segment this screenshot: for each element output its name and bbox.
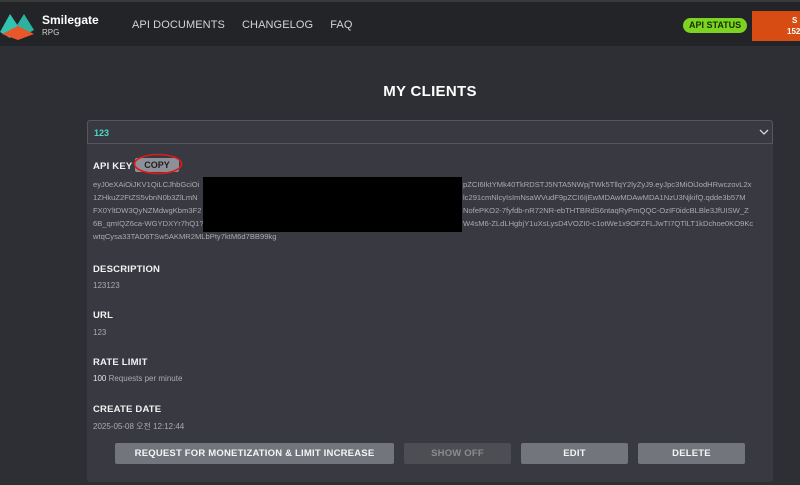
account-button[interactable]: S 152 [752, 11, 800, 41]
nav-faq[interactable]: FAQ [330, 19, 352, 31]
rate-limit-value: 100 Requests per minute [93, 374, 182, 383]
url-value: 123 [93, 328, 107, 337]
brand[interactable]: Smilegate RPG [42, 14, 99, 37]
page-title: MY CLIENTS [383, 83, 477, 100]
redaction-box [203, 177, 462, 232]
rate-limit-unit: Requests per minute [106, 374, 183, 383]
show-off-button[interactable]: SHOW OFF [404, 443, 511, 464]
client-card: 123 API KEY COPY eyJ0eXAiOiJKV1QiLCJhbGc… [87, 120, 773, 482]
description-value: 123123 [93, 281, 120, 290]
chevron-down-icon[interactable] [759, 128, 769, 136]
brand-subtitle: RPG [42, 28, 60, 37]
api-key-line-left: FX0YltDW3QyNZMdwgKbm3F2 [93, 206, 202, 215]
top-navigation-bar: Smilegate RPG API DOCUMENTS CHANGELOG FA… [0, 0, 800, 46]
api-key-line-left: eyJ0eXAiOiJKV1QiLCJhbGciOi [93, 180, 200, 189]
api-key-line-right: lc291cmNlcyIsImNsaWVudF9pZCI6IjEwMDAwMDA… [463, 193, 746, 202]
api-key-line-right: W4sM6-ZLdLHgbjY1uXsLysD4VOZI0-c1otWe1x9O… [463, 219, 754, 228]
brand-name: Smilegate [42, 13, 99, 27]
red-annotation-circle [133, 153, 183, 175]
main-nav: API DOCUMENTS CHANGELOG FAQ [132, 19, 370, 31]
account-button-line1: S [792, 16, 798, 25]
description-label: DESCRIPTION [93, 264, 161, 275]
delete-button[interactable]: DELETE [638, 443, 745, 464]
api-key-line-right: pZCI6IktYMk40TkRDSTJ5NTA5NWpjTWk5TllqY2l… [463, 180, 752, 189]
client-card-header[interactable]: 123 [87, 120, 773, 144]
create-date-label: CREATE DATE [93, 404, 162, 415]
edit-button[interactable]: EDIT [521, 443, 628, 464]
smilegate-logo-icon[interactable] [0, 12, 36, 40]
api-status-button[interactable]: API STATUS [683, 18, 748, 33]
api-key-line-left: 1ZHkuZ2FtZS5vbnN0b3ZlLmN [93, 193, 198, 202]
request-monetization-button[interactable]: REQUEST FOR MONETIZATION & LIMIT INCREAS… [115, 443, 394, 464]
nav-changelog[interactable]: CHANGELOG [242, 19, 313, 31]
api-key-line-left: wtqCysa33TAD6TSw5AKMR2MLbPty7ktM6d7BB99k… [93, 232, 277, 241]
api-key-line-left: 6B_qmIQZ6ca-WGYDXYr7hQ1? [93, 219, 204, 228]
account-button-line2: 152 [787, 27, 800, 36]
url-label: URL [93, 310, 114, 321]
nav-api-documents[interactable]: API DOCUMENTS [132, 19, 225, 31]
api-key-label: API KEY [93, 161, 133, 172]
client-name: 123 [94, 128, 110, 138]
rate-limit-label: RATE LIMIT [93, 357, 148, 368]
create-date-value: 2025-05-08 오전 12:12:44 [93, 422, 185, 431]
rate-limit-number: 100 [93, 374, 107, 383]
api-key-line-right: NofePKO2-7fyfdb-nR72NR-ebTHTBRdS6ntaqRyP… [463, 206, 749, 215]
